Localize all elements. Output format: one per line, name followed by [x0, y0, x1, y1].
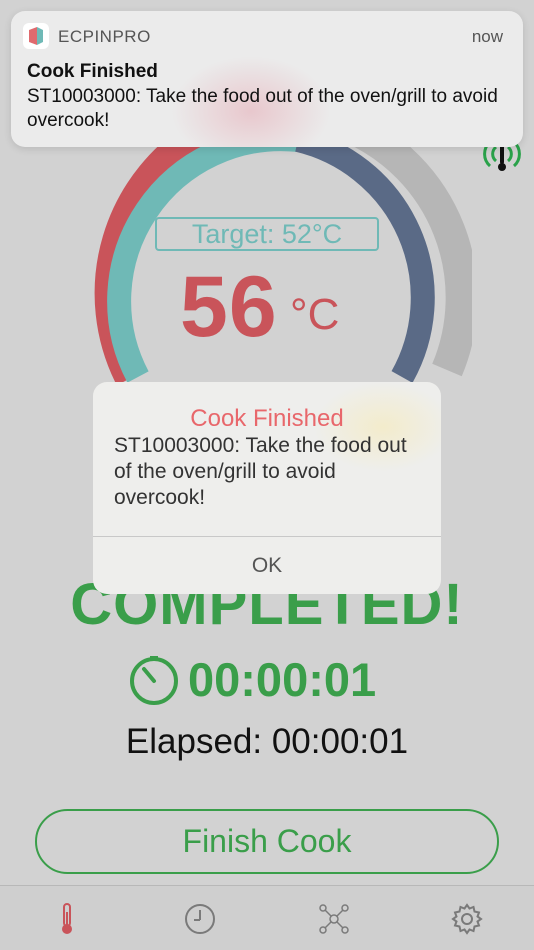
- timer-icon: [130, 656, 178, 705]
- cook-finished-alert: Cook Finished ST10003000: Take the food …: [93, 382, 441, 594]
- tab-temperature[interactable]: [0, 886, 133, 950]
- app-icon: [23, 23, 49, 49]
- clock-icon: [184, 903, 215, 934]
- alert-title: Cook Finished: [190, 405, 344, 432]
- tab-network[interactable]: [267, 886, 400, 950]
- notification-time: now: [471, 27, 503, 46]
- notification-app-name: ECPINPRO: [58, 27, 151, 46]
- tab-settings[interactable]: [400, 886, 533, 950]
- temperature-unit: °C: [290, 290, 340, 339]
- tab-bar: [0, 885, 534, 950]
- notification-body: ST10003000: Take the food out of the ove…: [27, 86, 498, 131]
- ok-button[interactable]: OK: [93, 537, 441, 594]
- current-temperature: 56: [180, 259, 278, 355]
- timer-value: 00:00:01: [188, 653, 377, 706]
- network-icon: [318, 903, 349, 934]
- timer-row: 00:00:01: [128, 652, 376, 708]
- alert-message: ST10003000: Take the food out of the ove…: [114, 434, 407, 509]
- gear-icon: [450, 902, 483, 935]
- thermometer-icon: [61, 902, 72, 934]
- screen: Target: 52°C 56 °C COMPLETED! 00:00:01 E…: [0, 0, 534, 950]
- notification-title: Cook Finished: [27, 61, 158, 82]
- notification-banner[interactable]: ECPINPRO now Cook Finished ST10003000: T…: [11, 11, 523, 147]
- finish-cook-button[interactable]: Finish Cook: [35, 809, 499, 874]
- tab-timer[interactable]: [133, 886, 266, 950]
- target-label: Target: 52°C: [155, 217, 379, 251]
- elapsed-time: Elapsed: 00:00:01: [125, 722, 409, 761]
